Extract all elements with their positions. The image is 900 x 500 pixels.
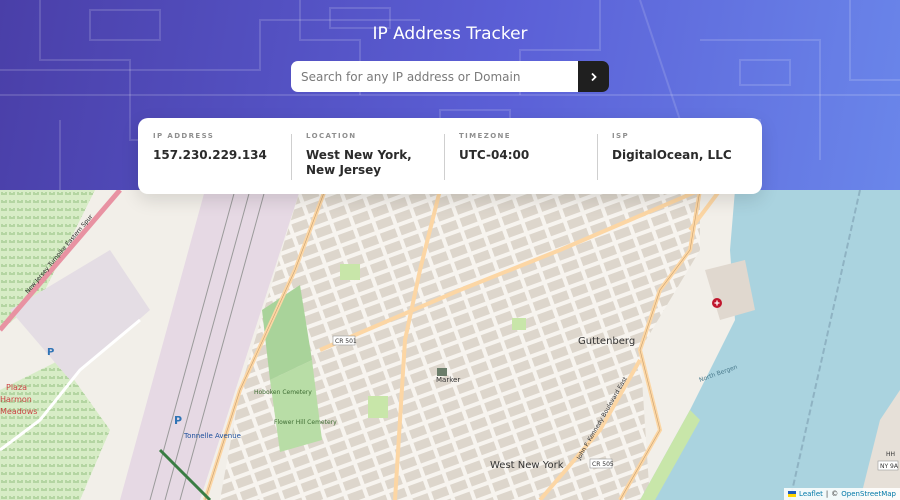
map-label-hoboken-cemetery: Hoboken Cemetery (254, 389, 312, 396)
map-shield-cr501: CR 501 (335, 338, 357, 345)
parking-icon-2: P (174, 414, 182, 427)
parking-icon: P (47, 347, 54, 358)
ip-address-panel: IP ADDRESS 157.230.229.134 (138, 118, 291, 194)
leaflet-link[interactable]: Leaflet (799, 490, 823, 498)
map-park-2 (368, 396, 388, 418)
map-label-west-new-york: West New York (490, 460, 564, 471)
map-attribution: Leaflet | © OpenStreetMap (784, 488, 900, 500)
map-park-3 (512, 318, 526, 330)
ip-address-label: IP ADDRESS (153, 132, 215, 140)
ip-address-value: 157.230.229.134 (153, 148, 267, 162)
isp-value: DigitalOcean, LLC (612, 148, 732, 162)
attribution-separator: | (825, 490, 829, 498)
marker-icon (437, 368, 447, 376)
ukraine-flag-icon (788, 491, 797, 497)
page-title: IP Address Tracker (372, 24, 528, 44)
marker-label: Marker (436, 376, 460, 384)
timezone-label: TIMEZONE (459, 132, 511, 140)
location-label: LOCATION (306, 132, 357, 140)
map-label-harmon: Harmon (0, 395, 32, 404)
chevron-right-icon (590, 72, 597, 81)
attribution-copyright: © (831, 490, 839, 498)
location-panel: LOCATION West New York, New Jersey (291, 118, 444, 194)
ip-info-card: IP ADDRESS 157.230.229.134 LOCATION West… (138, 118, 762, 194)
isp-panel: ISP DigitalOcean, LLC (597, 118, 750, 194)
location-value: West New York, New Jersey (306, 148, 412, 177)
map-label-guttenberg: Guttenberg (578, 336, 635, 347)
map-label-flower-hill-cemetery: Flower Hill Cemetery (274, 419, 337, 426)
search-input[interactable] (291, 61, 578, 92)
search-bar (291, 61, 609, 92)
timezone-value: UTC-04:00 (459, 148, 530, 162)
openstreetmap-link[interactable]: OpenStreetMap (841, 490, 896, 498)
map-shield-ny9a: NY 9A (880, 463, 899, 470)
map-park (340, 264, 360, 280)
map-view[interactable]: West New York Guttenberg Hoboken Cemeter… (0, 190, 900, 500)
timezone-panel: TIMEZONE UTC-04:00 (444, 118, 597, 194)
search-submit-button[interactable] (578, 61, 609, 92)
map-label-plaza: Plaza (6, 383, 27, 392)
map-label-hh: HH (886, 451, 895, 458)
map-canvas[interactable]: West New York Guttenberg Hoboken Cemeter… (0, 190, 900, 500)
map-label-tonnelle-avenue: Tonnelle Avenue (183, 432, 241, 440)
isp-label: ISP (612, 132, 629, 140)
map-shield-cr505: CR 505 (592, 461, 614, 468)
map-label-meadows: Meadows (0, 407, 37, 416)
